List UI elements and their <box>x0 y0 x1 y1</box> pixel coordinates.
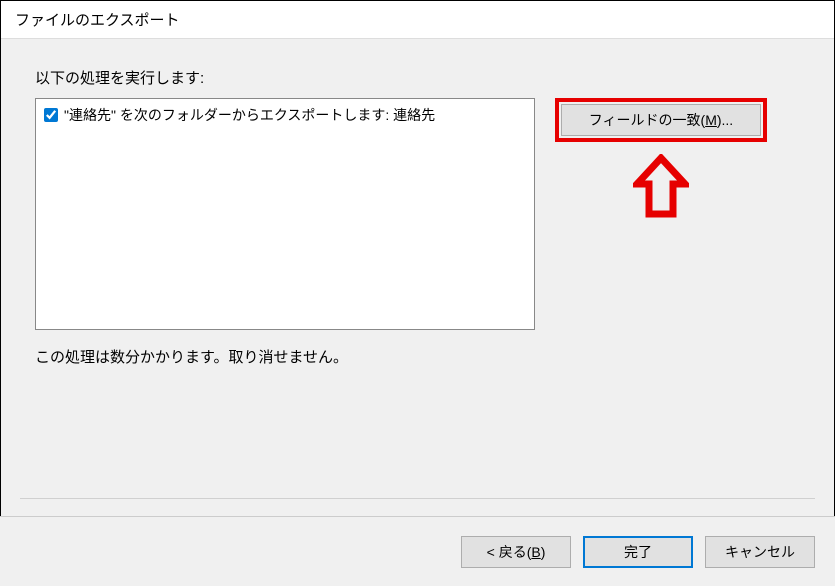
actions-list[interactable]: "連絡先" を次のフォルダーからエクスポートします: 連絡先 <box>35 98 535 330</box>
list-item[interactable]: "連絡先" を次のフォルダーからエクスポートします: 連絡先 <box>40 103 530 127</box>
note-label: この処理は数分かかります。取り消せません。 <box>35 346 800 367</box>
instruction-label: 以下の処理を実行します: <box>35 67 800 88</box>
separator-line <box>20 498 815 499</box>
finish-button[interactable]: 完了 <box>583 536 693 568</box>
dialog-title-text: ファイルのエクスポート <box>15 12 180 29</box>
arrow-up-icon <box>633 154 689 225</box>
cancel-button[interactable]: キャンセル <box>705 536 815 568</box>
back-button[interactable]: < 戻る(B) <box>461 536 571 568</box>
export-checkbox[interactable] <box>44 108 58 122</box>
dialog-content: 以下の処理を実行します: "連絡先" を次のフォルダーからエクスポートします: … <box>1 39 834 513</box>
highlight-box: フィールドの一致(M)... <box>555 98 767 142</box>
map-fields-button[interactable]: フィールドの一致(M)... <box>561 104 761 136</box>
list-item-label: "連絡先" を次のフォルダーからエクスポートします: 連絡先 <box>64 105 435 125</box>
right-column: フィールドの一致(M)... <box>555 98 800 142</box>
main-row: "連絡先" を次のフォルダーからエクスポートします: 連絡先 フィールドの一致(… <box>35 98 800 330</box>
button-bar: < 戻る(B) 完了 キャンセル <box>0 516 835 586</box>
dialog-title: ファイルのエクスポート <box>1 1 834 39</box>
